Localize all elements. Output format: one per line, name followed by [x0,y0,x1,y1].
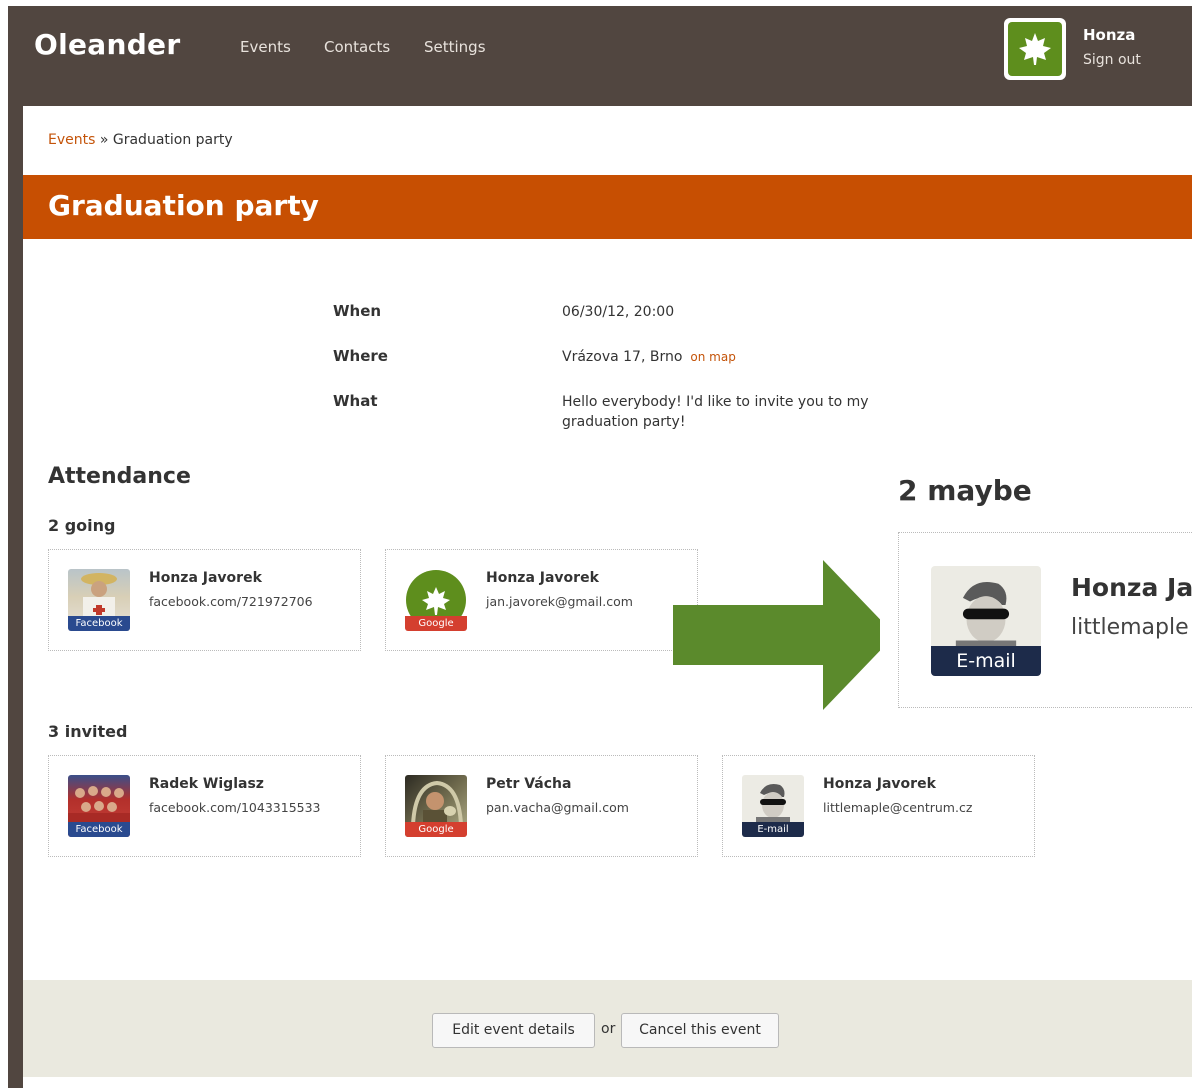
facebook-badge: Facebook [68,616,130,631]
person-photo: Google [405,775,467,837]
invited-card[interactable]: Google Petr Vácha pan.vacha@gmail.com [385,755,698,857]
detail-label-what: What [333,392,378,410]
where-address: Vrázova 17, Brno [562,349,683,365]
nav-events[interactable]: Events [240,38,291,56]
google-badge: Google [405,822,467,837]
detail-label-when: When [333,302,382,320]
person-name[interactable]: Honza Javorek [149,570,262,586]
google-badge: Google [405,616,467,631]
detail-value-when: 06/30/12, 20:00 [562,304,675,320]
person-name[interactable]: Petr Vácha [486,776,571,792]
facebook-badge: Facebook [68,822,130,837]
person-contact: littlemaple@centrum.cz [823,800,973,815]
maybe-heading: 2 maybe [898,474,1032,507]
maybe-zoom-panel: 2 maybe E-mail Honza Ja littlemaple [880,462,1192,732]
person-name[interactable]: Honza Javorek [823,776,936,792]
edit-event-button[interactable]: Edit event details [432,1013,595,1048]
user-avatar[interactable] [1004,18,1066,80]
person-contact: pan.vacha@gmail.com [486,800,629,815]
attendance-heading: Attendance [48,464,191,489]
page-title: Graduation party [48,189,319,222]
or-separator: or [601,1021,616,1037]
invited-card[interactable]: E-mail Honza Javorek littlemaple@centrum… [722,755,1035,857]
detail-value-where: Vrázova 17, Brno on map [562,347,736,367]
going-card[interactable]: Facebook Honza Javorek facebook.com/7219… [48,549,361,651]
breadcrumb-separator: » [95,132,113,148]
person-photo: E-mail [931,566,1041,676]
invited-card[interactable]: Facebook Radek Wiglasz facebook.com/1043… [48,755,361,857]
app-logo[interactable]: Oleander [34,28,180,61]
sign-out-link[interactable]: Sign out [1083,52,1141,68]
person-name[interactable]: Honza Javorek [486,570,599,586]
person-contact: facebook.com/1043315533 [149,800,321,815]
nav-settings[interactable]: Settings [424,38,486,56]
breadcrumb-events-link[interactable]: Events [48,132,95,148]
person-photo: Facebook [68,775,130,837]
invited-heading: 3 invited [48,722,128,741]
callout-arrow-icon [673,560,895,710]
going-card[interactable]: Google Honza Javorek jan.javorek@gmail.c… [385,549,698,651]
person-photo: E-mail [742,775,804,837]
on-map-link[interactable]: on map [690,350,735,364]
going-heading: 2 going [48,516,116,535]
top-bar: Oleander Events Contacts Settings Honza … [8,6,1192,106]
person-photo: Google [405,569,467,631]
person-name[interactable]: Radek Wiglasz [149,776,264,792]
detail-value-what: Hello everybody! I'd like to invite you … [562,394,869,430]
breadcrumb-current: Graduation party [112,132,233,148]
user-name[interactable]: Honza [1083,26,1135,44]
title-bar: Graduation party [23,175,1192,239]
person-photo: Facebook [68,569,130,631]
person-name[interactable]: Honza Ja [1071,573,1192,602]
cancel-event-button[interactable]: Cancel this event [621,1013,779,1048]
email-badge: E-mail [742,822,804,837]
breadcrumb: Events » Graduation party [48,132,233,148]
maple-leaf-icon [1008,22,1062,76]
maybe-card[interactable]: E-mail Honza Ja littlemaple [898,532,1192,708]
person-contact: facebook.com/721972706 [149,594,313,609]
person-contact: jan.javorek@gmail.com [486,594,633,609]
detail-label-where: Where [333,347,388,365]
nav-contacts[interactable]: Contacts [324,38,390,56]
email-badge: E-mail [931,646,1041,676]
person-contact: littlemaple [1071,615,1189,640]
footer-bar: Edit event details or Cancel this event [23,980,1192,1077]
